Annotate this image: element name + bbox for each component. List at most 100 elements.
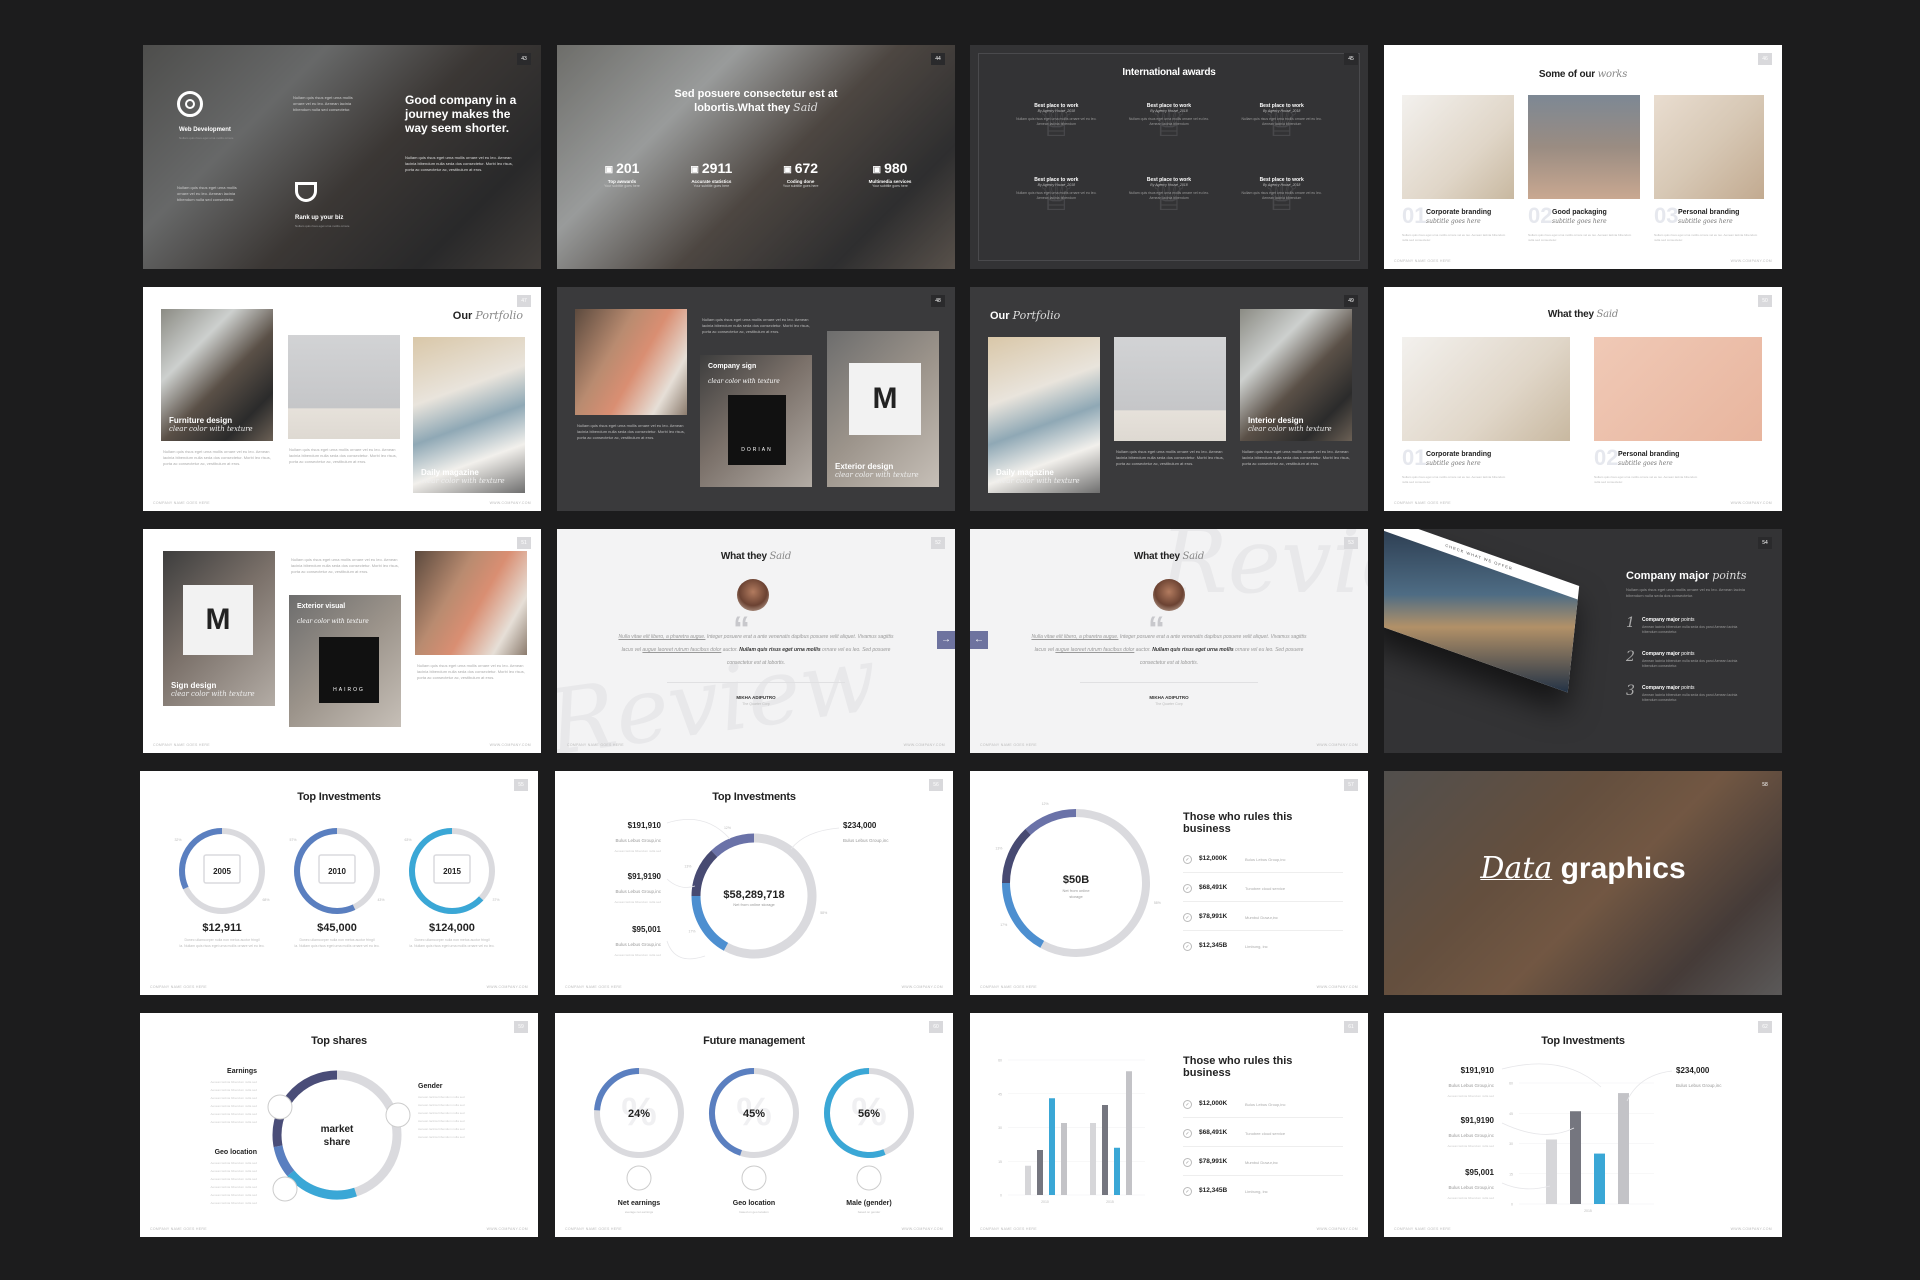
point-title: Company major points — [1642, 685, 1695, 691]
slide-44-stats[interactable]: 44 Sed posuere consectetur est at lobort… — [557, 45, 955, 269]
slide-48-signs[interactable]: 48 Nullam quis risus eget urna mollis or… — [557, 287, 955, 511]
slide-59-top-shares[interactable]: 59 Top shares market share Earnings Geo loc… — [140, 1013, 538, 1237]
author-name: MIKHA ADIPUTRO — [736, 695, 776, 700]
furniture-photo: Furniture design clear color with texture — [161, 309, 273, 441]
desc-line: Aenean lacinia bibendum nulla sed — [418, 1103, 465, 1107]
slide-45-awards[interactable]: 45 International awards ♕ Best place to w… — [970, 45, 1368, 269]
future-management-chart: %24%Net earningsaverage net earnings%45%… — [594, 1068, 914, 1214]
check-circle-icon: ✓ — [1183, 855, 1192, 864]
ring-caption: la. Nullam quis risus eget urna mollis o… — [409, 944, 494, 948]
stat-item: ▣ 672 Coding done Your subtitle goes here — [766, 160, 836, 188]
slide-50-what-they-said[interactable]: 50 What they Said 01 Corporate branding su… — [1384, 287, 1782, 511]
slide-56-top-investments-donut[interactable]: 56 Top Investments 12% 13% 17% 58% $58,289,7… — [555, 771, 953, 995]
slide-61-rulers-bars[interactable]: 61 Those who rules this business 0 15 30 45… — [970, 1013, 1368, 1237]
ring-fill — [179, 828, 223, 890]
slide-51-signs[interactable]: 51 M Sign design clear color with texture… — [143, 529, 541, 753]
ruler-value: $78,991K — [1199, 913, 1228, 920]
desc-line: Aenean lacinia bibendum nulla sed — [210, 1104, 257, 1108]
prev-arrow-button[interactable]: ← — [970, 631, 988, 649]
body-text: Nullam quis risus eget urna mollis ornar… — [289, 447, 397, 464]
magazine-photo: Daily magazine clear color with texture — [988, 337, 1100, 493]
x-tick-label: 2010 — [1041, 1200, 1049, 1204]
point-title-bold: Company major — [1642, 685, 1682, 691]
desc-line: Aenean lacinia bibendum nulla sed — [210, 1193, 257, 1197]
stats-row: ▣ 201 Top awwards Your subtitle goes here ▣ 2… — [587, 160, 925, 188]
slide-62-top-investments-bars[interactable]: 62 Top Investments 0 15 30 45 60 2015 $191,910… — [1384, 1013, 1782, 1237]
stat-value-row: ▣ 201 — [587, 160, 657, 176]
stat-sub: Your subtitle goes here — [604, 184, 640, 188]
slide-58-data-graphics[interactable]: 58 Data graphics — [1384, 771, 1782, 995]
slide-54-major-points[interactable]: 54 CHECK WHAT WE OFFER Company major poi… — [1384, 529, 1782, 753]
company-sign-photo: Company sign clear color with texture DOR… — [700, 355, 812, 487]
footer-left: COMPANY NAME GOES HERE — [980, 985, 1037, 989]
desc-line: Aenean lacinia bibendum nulla sed — [210, 1120, 257, 1124]
woman-photo — [575, 309, 687, 415]
ring-value: 24% — [628, 1108, 650, 1120]
slide-47-portfolio[interactable]: 47 Our Portfolio Furniture design clear c… — [143, 287, 541, 511]
donut-slice — [691, 850, 718, 897]
exterior-sign-photo: M Exterior design clear color with textur… — [827, 331, 939, 487]
slide-43-good-company[interactable]: 43 Web Development Nullam quis risus ege… — [143, 45, 541, 269]
slide-57-rulers-donut[interactable]: 57 Those who rules this business 12% 13% 1… — [970, 771, 1368, 995]
point-number: 1 — [1626, 615, 1635, 631]
point-title-rest: points — [1681, 617, 1695, 623]
footer-right: WWW.COMPANY.COM — [901, 985, 943, 989]
slide-53-testimonial[interactable]: Review 53 What they Said “ Nulla vitae e… — [970, 529, 1368, 753]
slice-label: 12% — [724, 826, 731, 830]
slide-60-future-management[interactable]: 60 Future management % 24% Net earnings ave… — [555, 1013, 953, 1237]
stat-item: ▣ 201 Top awwards Your subtitle goes here — [587, 160, 657, 188]
ruler-row: ✓ $12,345B Limbung, inc — [1183, 1185, 1343, 1205]
callout-line — [1626, 1070, 1673, 1102]
slide-title: Our Portfolio — [452, 309, 523, 322]
y-tick-label: 45 — [1509, 1112, 1513, 1116]
stat-value: 980 — [884, 160, 908, 176]
award-text: Best place to work By Agency House_2018 Nu… — [1000, 177, 1113, 201]
market-share-chart: market share Earnings Geo location Gender Aen… — [210, 1068, 465, 1205]
service-title: Rank up your biz — [295, 215, 344, 221]
footer-left: COMPANY NAME GOES HERE — [150, 985, 207, 989]
ruler-value: $12,345B — [1199, 942, 1228, 949]
callout-company: Bulus Lebus Group,inc — [615, 889, 661, 894]
y-tick-label: 60 — [1509, 1082, 1513, 1086]
stat-item: ▣ 980 Multimedia services Your subtitle goe… — [855, 160, 925, 188]
intro-text: Nullam quis risus eget urna mollis ornar… — [1626, 587, 1745, 598]
ring-pct: 37% — [492, 898, 499, 902]
stat-value-row: ▣ 2911 — [676, 160, 746, 176]
desc-line: Aenean lacinia bibendum nulla sed — [210, 1080, 257, 1084]
center-value: $50B — [1063, 874, 1089, 886]
x-tick-label: 2015 — [1106, 1200, 1114, 1204]
headline: Sed posuere consectetur est at lobortis.… — [674, 88, 838, 114]
desc-line: Aenean lacinia bibendum nulla sed — [210, 1161, 257, 1165]
donut-slice — [711, 833, 755, 858]
slice-label: 58% — [1154, 901, 1161, 905]
lifebuoy-icon — [177, 91, 203, 117]
callout-line — [666, 819, 731, 840]
desc-line: Aenean lacinia bibendum nulla sed — [418, 1095, 465, 1099]
m-logo-sign: M — [849, 363, 921, 435]
ring-pct: 57% — [289, 838, 296, 842]
item-title: Good packaging — [1552, 209, 1607, 216]
next-arrow-button[interactable]: → — [937, 631, 955, 649]
slice-label: 58% — [820, 911, 827, 915]
slide-49-portfolio[interactable]: 49 Our Portfolio Daily magazine clear col… — [970, 287, 1368, 511]
ruler-value: $68,491K — [1199, 884, 1228, 891]
slide-52-testimonial[interactable]: Review 52 What they Said “ Nulla vitae e… — [557, 529, 955, 753]
geo-label: Geo location — [215, 1149, 257, 1156]
testimonial-quote: Nulla vitae elit libero, a pharetra augu… — [1031, 634, 1307, 666]
website-mockup: CHECK WHAT WE OFFER — [1384, 529, 1580, 693]
center-value: $58,289,718 — [723, 889, 784, 901]
slide-title: Our Portfolio — [990, 309, 1061, 322]
chat-icon — [856, 1165, 882, 1191]
slide-46-works[interactable]: 46 Some of our works 01 Corporate brandin… — [1384, 45, 1782, 269]
gender-label: Gender — [418, 1083, 443, 1090]
callout-line — [666, 878, 696, 888]
section-title: Data graphics — [1480, 851, 1686, 886]
ruler-name: Bulus Lebus Group,inc — [1245, 857, 1286, 862]
award-item: ♕ Best place to work By Agency House_2018 N… — [1000, 172, 1113, 229]
bar — [1090, 1123, 1096, 1195]
testimonial-quote: Nulla vitae elit libero, a pharetra augu… — [618, 634, 894, 666]
bar — [1546, 1139, 1557, 1204]
check-circle-icon: ✓ — [1183, 1100, 1192, 1109]
slide-55-top-investments[interactable]: 55 Top Investments 2005 32% 68% $12,911 Done… — [140, 771, 538, 995]
avatar — [1153, 579, 1185, 611]
